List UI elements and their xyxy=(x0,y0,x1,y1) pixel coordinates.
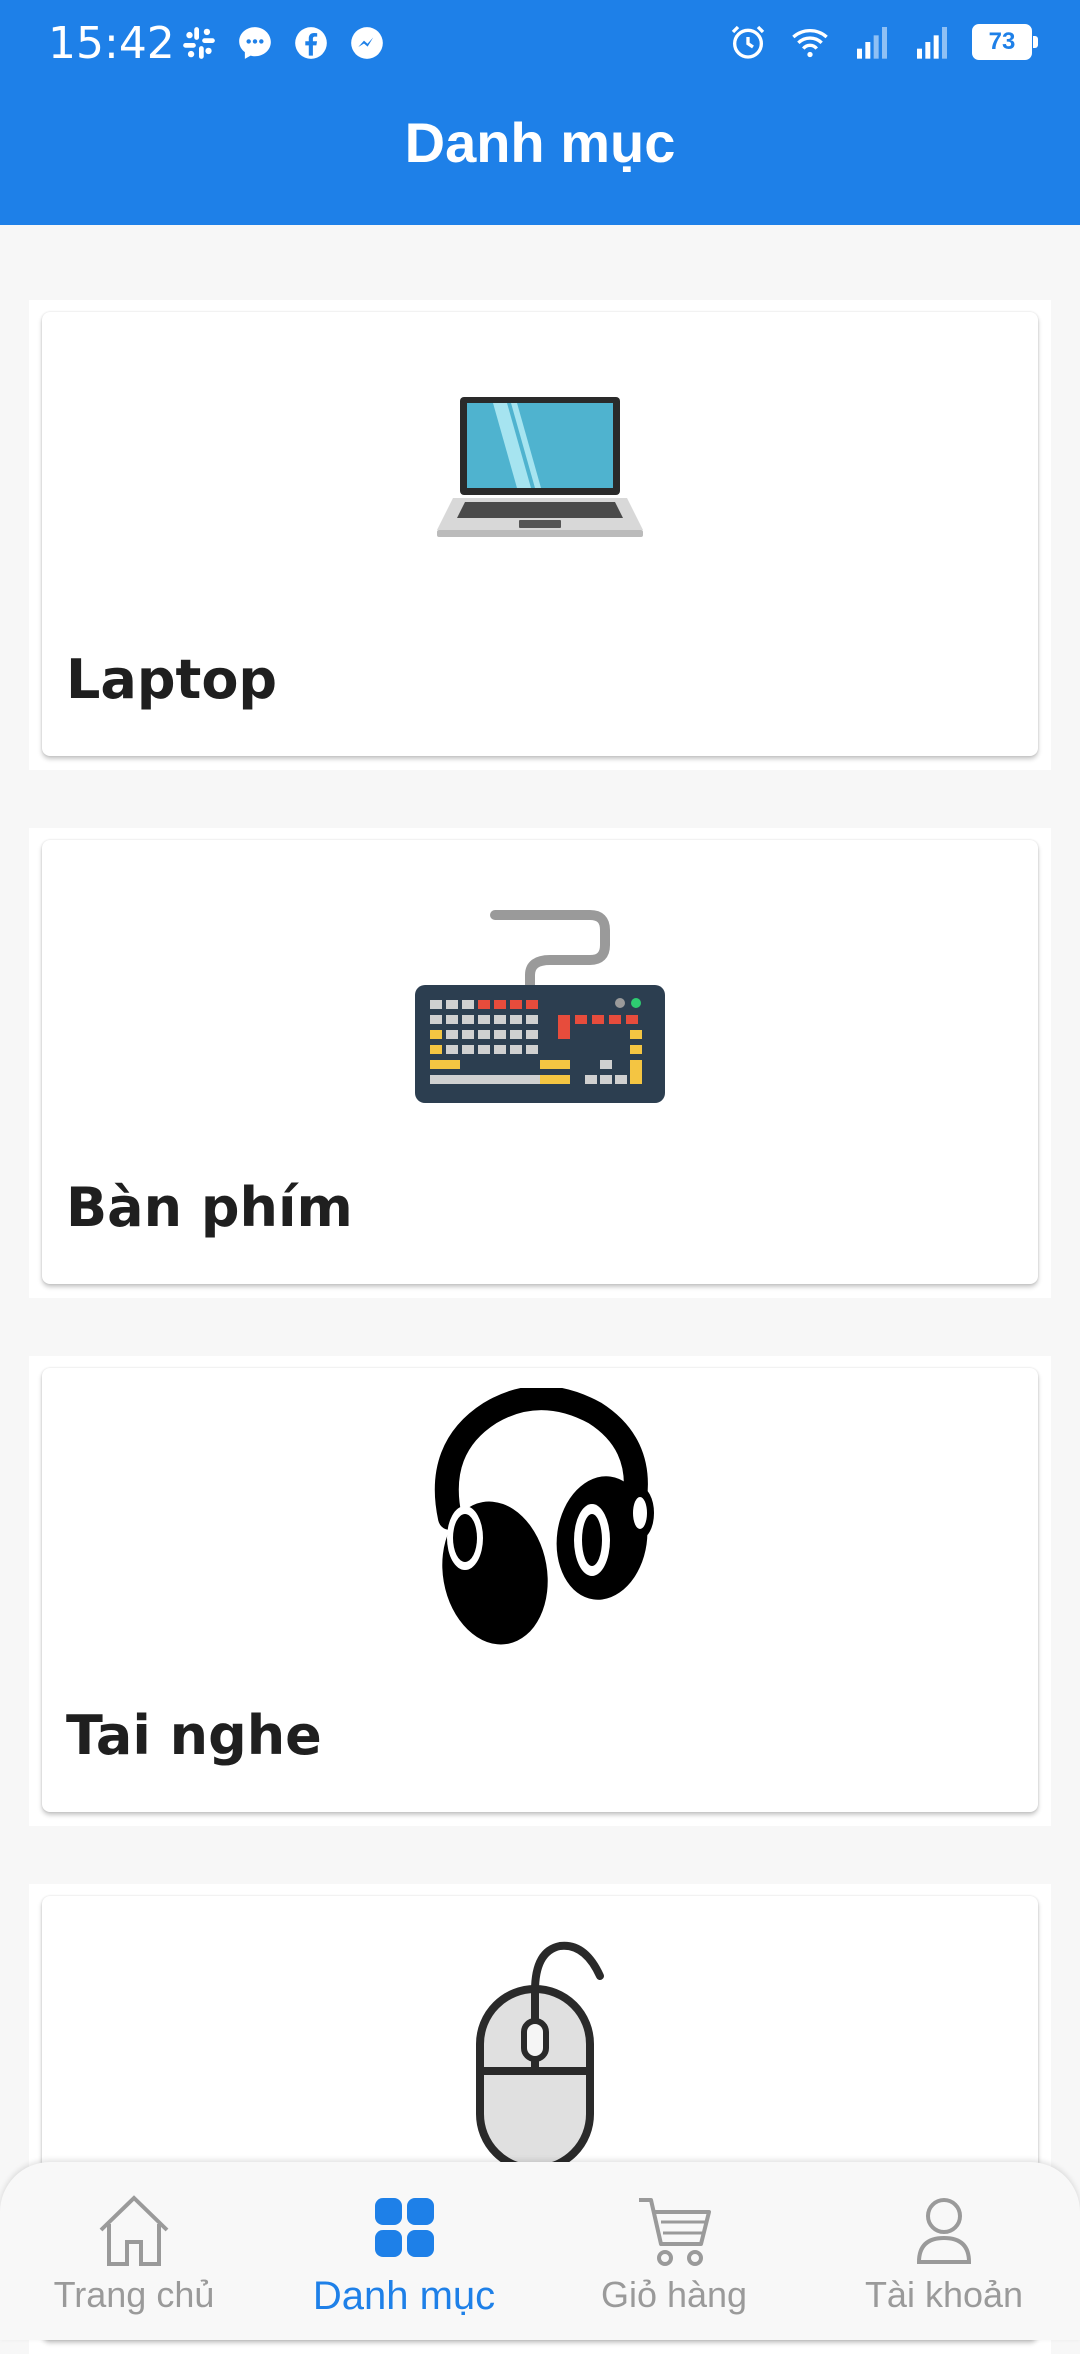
home-icon xyxy=(99,2195,169,2266)
signal-icon xyxy=(857,27,887,59)
keyboard-icon xyxy=(415,910,665,1103)
grid-icon xyxy=(375,2198,434,2257)
category-item-headphones[interactable]: Tai nghe xyxy=(29,1356,1051,1826)
category-item-laptop[interactable]: Laptop xyxy=(29,300,1051,770)
bottom-navigation: Trang chủ Danh mục Giỏ hàng Tài khoản xyxy=(0,2162,1080,2340)
headphones-icon xyxy=(434,1388,654,1645)
category-card[interactable]: Laptop xyxy=(42,312,1038,756)
status-time: 15:42 xyxy=(48,18,175,69)
messenger-lite-icon xyxy=(351,27,383,59)
battery-icon: 73 xyxy=(972,24,1038,60)
headphones-image xyxy=(405,1388,675,1658)
alarm-icon xyxy=(731,25,765,59)
wifi-icon xyxy=(792,29,828,58)
system-icons: 73 xyxy=(728,22,1038,62)
facebook-icon xyxy=(295,27,327,59)
category-item-keyboard[interactable]: Bàn phím xyxy=(29,828,1051,1298)
nav-item-categories[interactable]: Danh mục xyxy=(294,2190,514,2320)
status-bar: 15:42 73 xyxy=(0,0,1080,90)
laptop-image xyxy=(405,332,675,602)
category-card[interactable]: Tai nghe xyxy=(42,1368,1038,1812)
laptop-icon xyxy=(437,397,643,537)
nav-item-cart[interactable]: Giỏ hàng xyxy=(564,2190,784,2320)
messenger-icon xyxy=(239,27,271,59)
nav-item-home[interactable]: Trang chủ xyxy=(24,2190,244,2320)
mouse-image xyxy=(405,1916,675,2186)
category-card[interactable]: Bàn phím xyxy=(42,840,1038,1284)
nav-label: Tài khoản xyxy=(864,2274,1024,2315)
category-label: Bàn phím xyxy=(66,1176,353,1239)
app-header: 15:42 73 Danh mục xyxy=(0,0,1080,225)
mouse-icon xyxy=(476,1941,604,2171)
cart-icon xyxy=(639,2198,711,2266)
notification-icons xyxy=(180,24,386,62)
category-label: Laptop xyxy=(66,648,278,711)
nav-label: Trang chủ xyxy=(53,2274,215,2315)
user-icon xyxy=(916,2198,972,2264)
slack-icon xyxy=(183,27,215,59)
nav-label: Danh mục xyxy=(312,2274,496,2318)
page-title: Danh mục xyxy=(404,111,676,174)
category-list[interactable]: Laptop Bàn phím Tai nghe xyxy=(0,225,1080,2354)
nav-item-account[interactable]: Tài khoản xyxy=(834,2190,1054,2320)
signal-icon xyxy=(917,27,947,59)
nav-label: Giỏ hàng xyxy=(600,2274,748,2315)
category-label: Tai nghe xyxy=(66,1704,322,1767)
keyboard-image xyxy=(405,860,675,1130)
